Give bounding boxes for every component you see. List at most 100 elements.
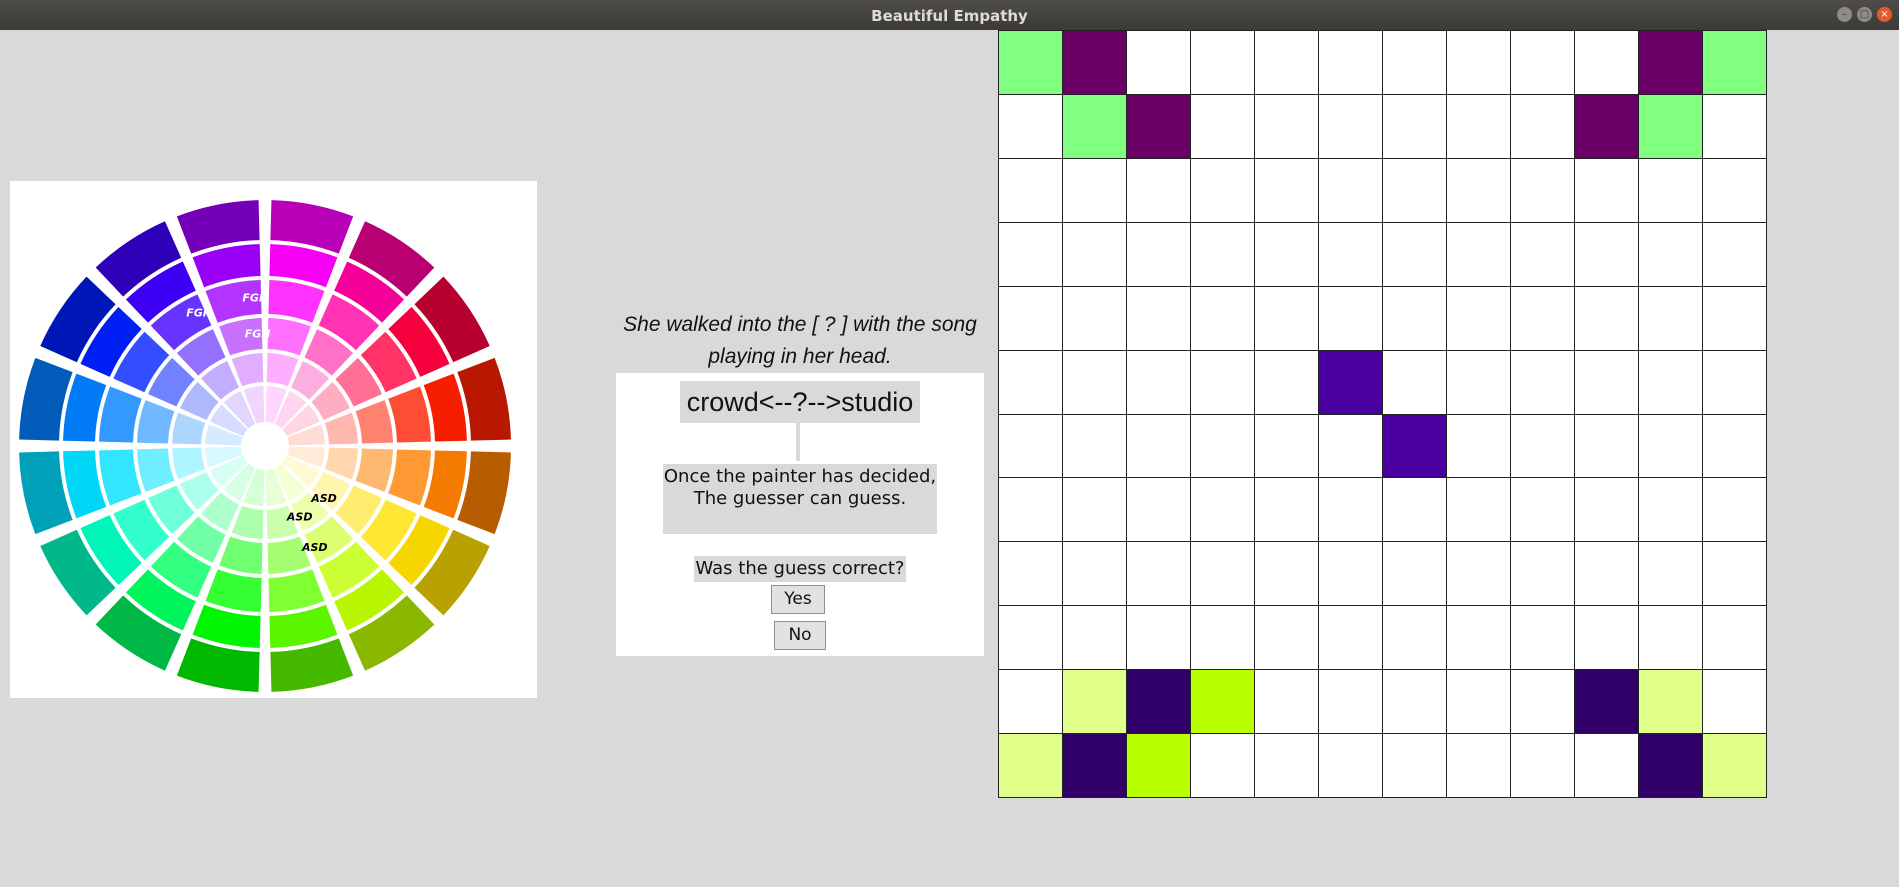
board-cell[interactable] xyxy=(1639,286,1703,351)
board-cell[interactable] xyxy=(1703,606,1767,671)
board-cell[interactable] xyxy=(1127,222,1191,287)
board-cell[interactable] xyxy=(1319,94,1383,159)
yes-button[interactable]: Yes xyxy=(771,585,825,614)
wheel-segment[interactable] xyxy=(219,536,263,574)
board-cell[interactable] xyxy=(1703,542,1767,607)
board-cell[interactable] xyxy=(1255,31,1319,95)
board-cell[interactable] xyxy=(1319,350,1383,415)
board-cell[interactable] xyxy=(1575,222,1639,287)
board-cell[interactable] xyxy=(999,94,1063,159)
board-cell[interactable] xyxy=(1063,478,1127,543)
board-cell[interactable] xyxy=(1255,478,1319,543)
wheel-segment[interactable] xyxy=(231,505,264,539)
board-cell[interactable] xyxy=(1127,286,1191,351)
board-cell[interactable] xyxy=(1383,606,1447,671)
board-cell[interactable] xyxy=(1639,158,1703,223)
board-cell[interactable] xyxy=(1511,670,1575,735)
board-cell[interactable] xyxy=(1383,158,1447,223)
board-cell[interactable] xyxy=(1191,286,1255,351)
board-cell[interactable] xyxy=(1447,478,1511,543)
board-cell[interactable] xyxy=(1127,542,1191,607)
board-cell[interactable] xyxy=(1639,350,1703,415)
board-cell[interactable] xyxy=(1063,414,1127,479)
board-cell[interactable] xyxy=(1447,31,1511,95)
board-cell[interactable] xyxy=(1255,734,1319,798)
board-cell[interactable] xyxy=(999,478,1063,543)
board-cell[interactable] xyxy=(1703,286,1767,351)
board-cell[interactable] xyxy=(1703,158,1767,223)
board-cell[interactable] xyxy=(1447,158,1511,223)
board-cell[interactable] xyxy=(1255,670,1319,735)
board-cell[interactable] xyxy=(1063,222,1127,287)
board-cell[interactable] xyxy=(1127,350,1191,415)
close-icon[interactable]: × xyxy=(1877,7,1892,22)
wheel-segment[interactable] xyxy=(99,449,142,506)
board-cell[interactable] xyxy=(1383,350,1447,415)
board-cell[interactable] xyxy=(1511,414,1575,479)
board-cell[interactable] xyxy=(1703,31,1767,95)
board-cell[interactable] xyxy=(1319,606,1383,671)
wheel-segment[interactable] xyxy=(137,400,175,444)
board-cell[interactable] xyxy=(1255,606,1319,671)
board-cell[interactable] xyxy=(1127,158,1191,223)
board-cell[interactable] xyxy=(1383,670,1447,735)
board-cell[interactable] xyxy=(1703,350,1767,415)
board-cell[interactable] xyxy=(1191,542,1255,607)
board-cell[interactable] xyxy=(1063,670,1127,735)
board-cell[interactable] xyxy=(1575,734,1639,798)
board-cell[interactable] xyxy=(1255,286,1319,351)
board-cell[interactable] xyxy=(1127,414,1191,479)
board-cell[interactable] xyxy=(1447,542,1511,607)
board-cell[interactable] xyxy=(1319,542,1383,607)
color-wheel[interactable]: FGH FGH FGH ASD ASD ASD xyxy=(10,181,537,698)
board-cell[interactable] xyxy=(1383,414,1447,479)
board-cell[interactable] xyxy=(1063,350,1127,415)
board-cell[interactable] xyxy=(1191,350,1255,415)
board-cell[interactable] xyxy=(1447,414,1511,479)
board-cell[interactable] xyxy=(1511,222,1575,287)
board-cell[interactable] xyxy=(999,670,1063,735)
wheel-segment[interactable] xyxy=(266,353,299,387)
board-cell[interactable] xyxy=(1063,158,1127,223)
board-cell[interactable] xyxy=(999,542,1063,607)
board-cell[interactable] xyxy=(1703,734,1767,798)
wheel-segment[interactable] xyxy=(324,447,358,480)
board-cell[interactable] xyxy=(1063,286,1127,351)
wheel-segment[interactable] xyxy=(355,448,393,492)
board-cell[interactable] xyxy=(1575,158,1639,223)
board-cell[interactable] xyxy=(1511,286,1575,351)
board-cell[interactable] xyxy=(1191,606,1255,671)
board-cell[interactable] xyxy=(1191,31,1255,95)
board-cell[interactable] xyxy=(1447,606,1511,671)
board-cell[interactable] xyxy=(1703,414,1767,479)
board-cell[interactable] xyxy=(1191,734,1255,798)
board-cell[interactable] xyxy=(1703,478,1767,543)
board-cell[interactable] xyxy=(1319,734,1383,798)
board-cell[interactable] xyxy=(1447,222,1511,287)
board-cell[interactable] xyxy=(1319,286,1383,351)
board-cell[interactable] xyxy=(1639,94,1703,159)
board-cell[interactable] xyxy=(1511,542,1575,607)
board-cell[interactable] xyxy=(1127,31,1191,95)
wheel-segment[interactable] xyxy=(172,412,206,445)
minimize-icon[interactable]: – xyxy=(1837,7,1852,22)
board-cell[interactable] xyxy=(1511,158,1575,223)
board-cell[interactable] xyxy=(1255,414,1319,479)
board-cell[interactable] xyxy=(1511,734,1575,798)
board-cell[interactable] xyxy=(1319,478,1383,543)
board-cell[interactable] xyxy=(1511,478,1575,543)
wheel-segment[interactable] xyxy=(267,318,311,356)
board-cell[interactable] xyxy=(1639,478,1703,543)
maximize-icon[interactable]: □ xyxy=(1857,7,1872,22)
wheel-segment[interactable] xyxy=(355,400,393,444)
board-cell[interactable] xyxy=(1639,734,1703,798)
board-cell[interactable] xyxy=(1575,94,1639,159)
board-cell[interactable] xyxy=(1383,478,1447,543)
board-cell[interactable] xyxy=(1639,606,1703,671)
board-cell[interactable] xyxy=(1639,222,1703,287)
board-cell[interactable] xyxy=(1319,414,1383,479)
board-cell[interactable] xyxy=(1383,542,1447,607)
board-cell[interactable] xyxy=(1127,606,1191,671)
board-cell[interactable] xyxy=(999,286,1063,351)
board-cell[interactable] xyxy=(1575,286,1639,351)
